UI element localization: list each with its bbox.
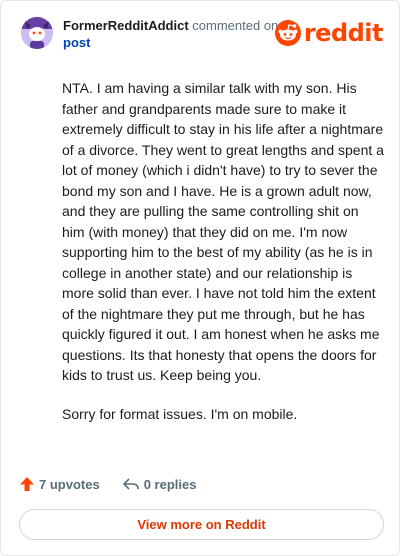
reddit-snoo-icon [274,20,301,46]
commented-on-text: commented on [192,18,279,33]
view-more-button[interactable]: View more on Reddit [19,509,384,540]
reply-arrow-icon [122,478,139,490]
reddit-logo[interactable]: reddit [274,19,384,47]
author-name[interactable]: FormerRedditAddict [63,18,189,33]
upvote-button[interactable]: 7 upvotes [19,476,100,492]
reddit-wordmark: reddit [303,19,384,47]
comment-actions: 7 upvotes 0 replies [19,474,218,494]
comment-header: FormerRedditAddict commented on post red… [21,15,384,55]
upvote-count: 7 upvotes [39,476,100,492]
replies-button[interactable]: 0 replies [122,476,197,492]
comment-meta: FormerRedditAddict commented on post [63,17,278,51]
avatar[interactable] [21,17,53,49]
post-link[interactable]: post [63,34,278,51]
comment-body: NTA. I am having a similar talk with my … [62,78,384,442]
comment-paragraph: NTA. I am having a similar talk with my … [62,80,384,383]
comment-embed-card: FormerRedditAddict commented on post red… [0,0,400,556]
comment-paragraph: Sorry for format issues. I'm on mobile. [62,405,298,422]
avatar-image-icon [21,17,53,49]
reply-count: 0 replies [143,476,197,492]
upvote-arrow-icon [20,477,34,491]
